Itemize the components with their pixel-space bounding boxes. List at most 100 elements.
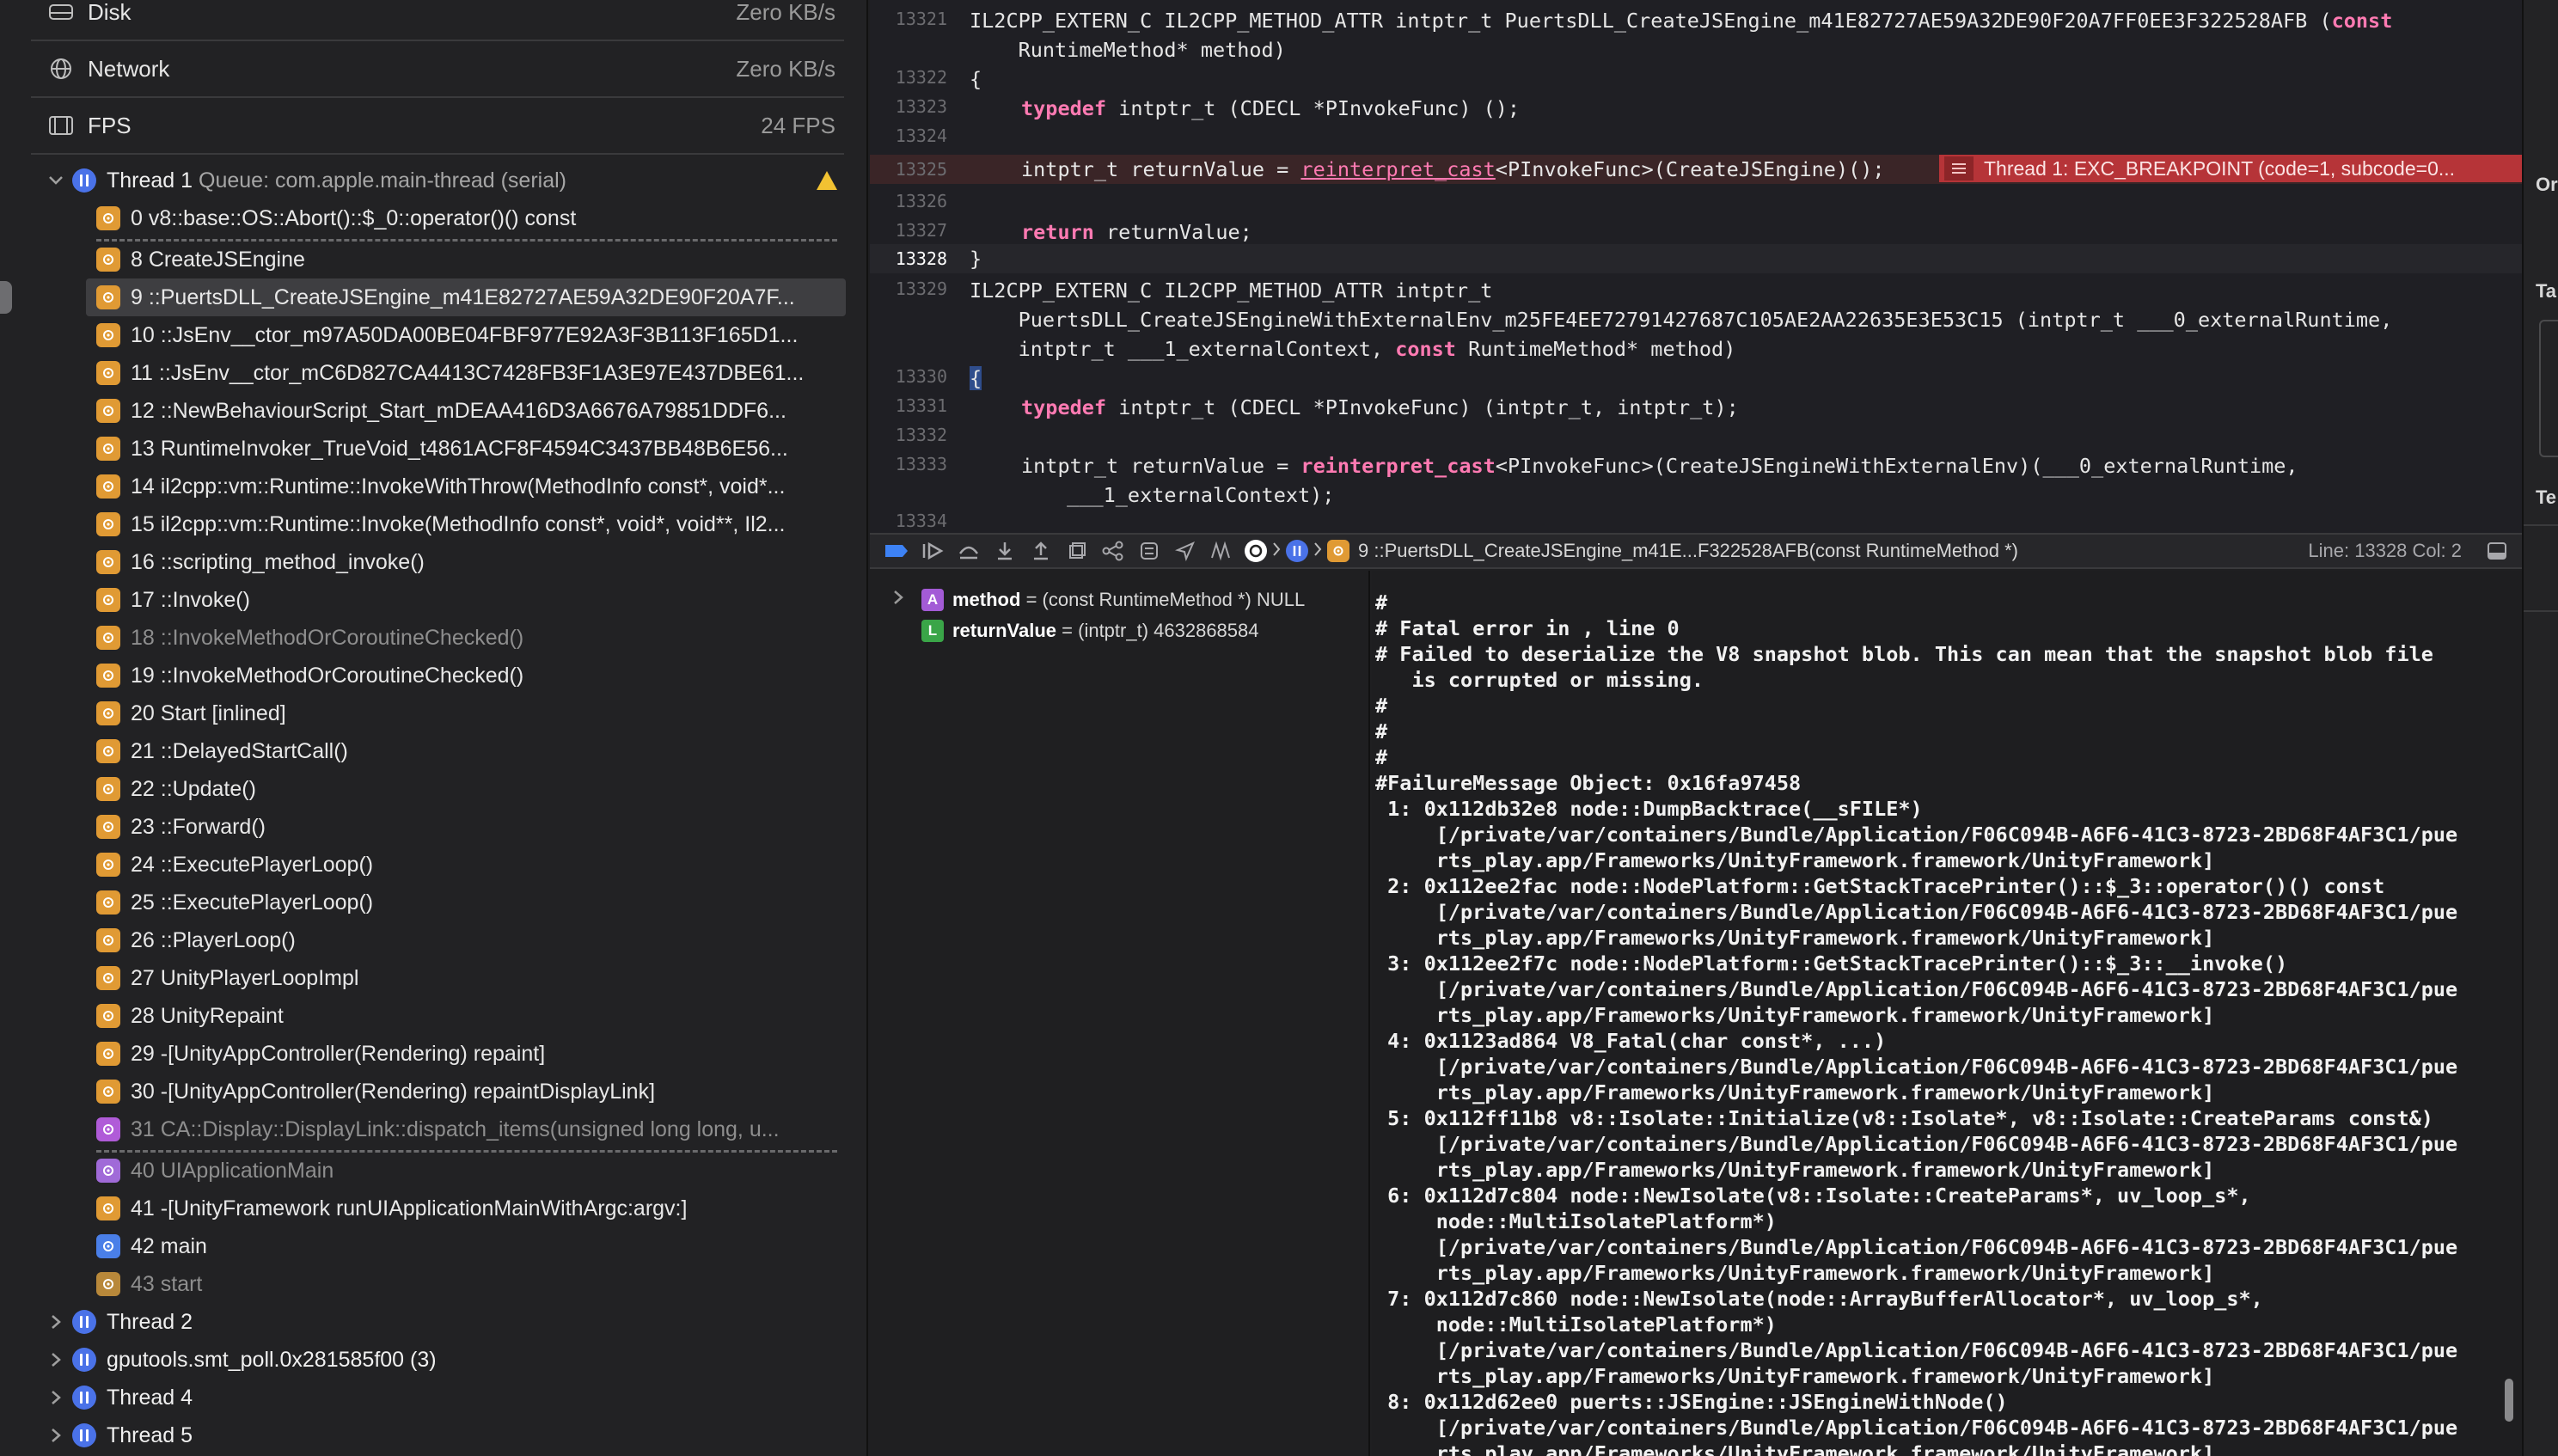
thread-row[interactable]: Thread 4 [0, 1379, 860, 1416]
stack-frame-row[interactable]: 21 ::DelayedStartCall() [0, 732, 860, 770]
stack-frame-row[interactable]: 43 start [0, 1265, 860, 1303]
stack-frame-icon [96, 323, 120, 347]
toggle-debug-area-icon[interactable] [2479, 536, 2515, 566]
gauge-name: Disk [88, 0, 132, 25]
console-output[interactable]: # # Fatal error in , line 0 # Failed to … [1372, 571, 2522, 1456]
stack-frame-row[interactable]: 27 UnityPlayerLoopImpl [0, 959, 860, 997]
stack-frame-row[interactable]: 31 CA::Display::DisplayLink::dispatch_it… [0, 1110, 860, 1148]
step-into-icon[interactable] [987, 536, 1023, 566]
code-segment: <PInvokeFunc>(CreateJSEngineWithExternal… [1495, 454, 2298, 478]
stack-frame-row[interactable]: 11 ::JsEnv__ctor_mC6D827CA4413C7428FB3F1… [0, 354, 860, 392]
stack-frame-row[interactable]: 29 -[UnityAppController(Rendering) repai… [0, 1035, 860, 1073]
thread-queue: Queue: com.apple.main-thread (serial) [199, 168, 566, 193]
selection-marker [0, 281, 12, 314]
chevron-right-icon[interactable] [45, 1349, 67, 1371]
chevron-right-icon[interactable] [45, 1424, 67, 1447]
chevron-right-icon [1313, 540, 1322, 562]
continue-icon[interactable] [915, 536, 951, 566]
chevron-right-icon[interactable] [892, 589, 904, 611]
error-message: Thread 1: EXC_BREAKPOINT (code=1, subcod… [1984, 157, 2456, 180]
environment-overrides-icon[interactable] [1131, 536, 1167, 566]
stack-frame-row[interactable]: 28 UnityRepaint [0, 997, 860, 1035]
stack-frame-row[interactable]: 18 ::InvokeMethodOrCoroutineChecked() [0, 619, 860, 657]
code-segment: returnValue; [1093, 220, 1252, 244]
stack-frame-icon [96, 588, 120, 612]
thread-row[interactable]: gputools.smt_poll.0x281585f00 (3) [0, 1341, 860, 1379]
globe-icon [46, 54, 76, 83]
stack-frame-icon [96, 626, 120, 650]
keyword: const [1395, 337, 1456, 361]
stack-frame-row[interactable]: 12 ::NewBehaviourScript_Start_mDEAA416D3… [0, 392, 860, 430]
memory-graph-icon[interactable] [1095, 536, 1131, 566]
stack-frame-label: 15 il2cpp::vm::Runtime::Invoke(MethodInf… [131, 511, 786, 536]
chevron-right-icon[interactable] [45, 1311, 67, 1333]
stack-frame-row[interactable]: 22 ::Update() [0, 770, 860, 808]
stack-frame-label: 42 main [131, 1233, 207, 1258]
thread-row[interactable]: Thread 5 [0, 1416, 860, 1454]
stack-frame-row[interactable]: 13 RuntimeInvoker_TrueVoid_t4861ACF8F459… [0, 430, 860, 468]
stack-frame-row[interactable]: 25 ::ExecutePlayerLoop() [0, 884, 860, 921]
stack-frame-row[interactable]: 9 ::PuertsDLL_CreateJSEngine_m41E82727AE… [86, 278, 846, 316]
stack-frame-row[interactable]: 20 Start [inlined] [0, 694, 860, 732]
source-editor[interactable]: 13321 IL2CPP_EXTERN_C IL2CPP_METHOD_ATTR … [870, 0, 2522, 533]
gauge-network[interactable]: Network Zero KB/s [31, 41, 844, 98]
step-over-icon[interactable] [951, 536, 987, 566]
stack-frame-row[interactable]: 26 ::PlayerLoop() [0, 921, 860, 959]
stack-frame-row[interactable]: 17 ::Invoke() [0, 581, 860, 619]
line-number: 13326 [895, 191, 947, 211]
step-out-icon[interactable] [1023, 536, 1059, 566]
view-hierarchy-icon[interactable] [1059, 536, 1095, 566]
stack-frame-row[interactable]: 10 ::JsEnv__ctor_m97A50DA00BE04FBF977E92… [0, 316, 860, 354]
console-scrollbar[interactable] [2505, 1379, 2513, 1422]
gauge-disk[interactable]: Disk Zero KB/s [31, 0, 844, 41]
chevron-down-icon[interactable] [45, 169, 67, 192]
stack-frame-icon [96, 1196, 120, 1220]
inspector-heading: Te [2536, 486, 2557, 508]
code-segment: intptr_t ___1_externalContext, [970, 337, 1396, 361]
simulate-location-icon[interactable] [1167, 536, 1203, 566]
code-segment: RuntimeMethod* method) [1455, 337, 1736, 361]
stack-frame-row[interactable]: 30 -[UnityAppController(Rendering) repai… [0, 1073, 860, 1110]
chevron-right-icon [1272, 540, 1281, 562]
error-lines-icon [1944, 156, 1974, 180]
stack-frame-icon [96, 815, 120, 839]
stack-frame-icon [96, 248, 120, 272]
stack-frame-icon [96, 928, 120, 952]
thread-label: Thread 4 [107, 1385, 193, 1410]
variable-value: = (const RuntimeMethod *) NULL [1020, 589, 1306, 610]
breadcrumb[interactable]: 9 ::PuertsDLL_CreateJSEngine_m41E...F322… [1245, 540, 2018, 562]
code-text: { [970, 366, 982, 390]
stack-frame-row[interactable]: 23 ::Forward() [0, 808, 860, 846]
stack-frame-icon [96, 550, 120, 574]
thread-row-thread-1[interactable]: Thread 1 Queue: com.apple.main-thread (s… [0, 162, 860, 199]
instruments-icon[interactable] [1203, 536, 1239, 566]
keyword: typedef [1021, 395, 1107, 419]
stack-frame-label: 11 ::JsEnv__ctor_mC6D827CA4413C7428FB3F1… [131, 360, 805, 385]
keyword: reinterpret_cast [1300, 157, 1496, 181]
stack-frame-row[interactable]: 14 il2cpp::vm::Runtime::InvokeWithThrow(… [0, 468, 860, 505]
gauge-value: Zero KB/s [736, 0, 835, 25]
stack-frame-row[interactable]: 8 CreateJSEngine [0, 241, 860, 278]
stack-frame-row[interactable]: 0 v8::base::OS::Abort()::$_0::operator()… [0, 199, 860, 237]
stack-frame-icon [96, 701, 120, 725]
stack-frame-row[interactable]: 40 UIApplicationMain [0, 1152, 860, 1190]
code-text: { [970, 67, 982, 91]
thread-icon [72, 1310, 96, 1334]
stack-frame-row[interactable]: 41 -[UnityFramework runUIApplicationMain… [0, 1190, 860, 1227]
breakpoints-toggle-icon[interactable] [878, 536, 915, 566]
code-segment: intptr_t returnValue = [1021, 157, 1301, 181]
stack-frame-row[interactable]: 19 ::InvokeMethodOrCoroutineChecked() [0, 657, 860, 694]
stack-frame-row[interactable]: 24 ::ExecutePlayerLoop() [0, 846, 860, 884]
stack-frame-label: 0 v8::base::OS::Abort()::$_0::operator()… [131, 205, 577, 230]
stack-frame-row[interactable]: 42 main [0, 1227, 860, 1265]
thread-row[interactable]: Thread 2 [0, 1303, 860, 1341]
gauge-name: FPS [88, 112, 132, 138]
stack-frame-row[interactable]: 15 il2cpp::vm::Runtime::Invoke(MethodInf… [0, 505, 860, 543]
debug-navigator: Disk Zero KB/s Network Zero KB/s FPS 24 … [0, 0, 868, 1456]
inspector-control[interactable] [2539, 320, 2558, 457]
error-annotation[interactable]: Thread 1: EXC_BREAKPOINT (code=1, subcod… [1939, 155, 2522, 182]
gauge-fps[interactable]: FPS 24 FPS [31, 98, 844, 155]
stack-frame-row[interactable]: 16 ::scripting_method_invoke() [0, 543, 860, 581]
chevron-right-icon[interactable] [45, 1386, 67, 1409]
stack-frame-icon [96, 512, 120, 536]
